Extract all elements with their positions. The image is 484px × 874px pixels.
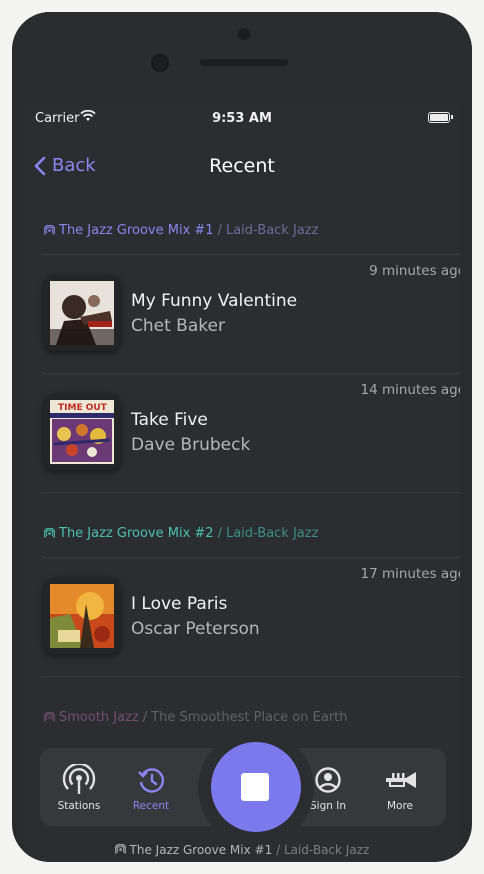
- earpiece-speaker: [200, 59, 288, 66]
- broadcast-icon: [62, 764, 96, 794]
- album-title-text: TIME OUT: [58, 403, 108, 413]
- artist-name: Chet Baker: [131, 316, 225, 336]
- broadcast-icon: [44, 528, 55, 538]
- phone-frame: Carrier 9:53 AM Back Recent The Jazz Gro…: [12, 12, 472, 862]
- played-time: 14 minutes ago: [360, 382, 460, 398]
- track-row-3[interactable]: 17 minutes ago I Love Paris Oscar Peters…: [24, 558, 460, 676]
- divider: [42, 492, 460, 493]
- history-icon: [138, 768, 165, 793]
- station-name: Smooth Jazz: [59, 710, 139, 725]
- battery-nub: [451, 115, 453, 119]
- station-name: The Jazz Groove Mix #2: [59, 526, 214, 541]
- status-time: 9:53 AM: [212, 111, 272, 126]
- station-genre: The Smoothest Place on Earth: [151, 710, 348, 725]
- broadcast-icon: [114, 843, 127, 854]
- station-genre: Laid-Back Jazz: [225, 223, 319, 238]
- station-header-2[interactable]: The Jazz Groove Mix #2 / Laid-Back Jazz: [44, 526, 318, 541]
- tab-stations[interactable]: Stations: [49, 748, 109, 826]
- now-playing-station: The Jazz Groove Mix #1: [129, 843, 273, 857]
- station-header-1[interactable]: The Jazz Groove Mix #1 / Laid-Back Jazz: [44, 223, 318, 238]
- app-screen: Carrier 9:53 AM Back Recent The Jazz Gro…: [24, 104, 460, 862]
- stop-icon: [241, 773, 269, 801]
- station-genre: Laid-Back Jazz: [225, 526, 319, 541]
- battery-icon: [428, 112, 450, 123]
- tab-label: Stations: [57, 800, 101, 812]
- i-love-paris-album-art: [50, 584, 114, 648]
- album-art: [44, 275, 120, 351]
- artist-name: Dave Brubeck: [131, 435, 251, 455]
- song-title: My Funny Valentine: [131, 291, 298, 311]
- album-art: TIME OUT: [44, 394, 120, 470]
- song-title: I Love Paris: [131, 594, 228, 614]
- proximity-sensor: [238, 28, 250, 40]
- song-title: Take Five: [131, 410, 208, 430]
- broadcast-icon: [44, 225, 55, 235]
- separator: /: [217, 223, 222, 238]
- broadcast-icon: [44, 712, 55, 722]
- trumpet-icon: [386, 772, 416, 788]
- tab-recent[interactable]: Recent: [121, 748, 181, 826]
- stop-button[interactable]: [211, 742, 301, 832]
- track-row-2[interactable]: TIME OUT 14 minutes ago Take Five Dave B…: [24, 374, 460, 492]
- separator: /: [217, 526, 222, 541]
- separator: /: [142, 710, 148, 725]
- chet-baker-album-art: [50, 281, 114, 345]
- now-playing-bar[interactable]: The Jazz Groove Mix #1 / Laid-Back Jazz: [24, 843, 460, 857]
- album-art: [44, 578, 120, 654]
- time-out-album-art: TIME OUT: [50, 400, 114, 464]
- played-time: 17 minutes ago: [360, 566, 460, 582]
- track-row-1[interactable]: 9 minutes ago My Funny Valentine Chet Ba…: [24, 255, 460, 373]
- navigation-bar: Back Recent: [24, 148, 460, 188]
- phone-bezel: [12, 12, 472, 104]
- tab-label: More: [386, 800, 414, 812]
- page-title: Recent: [209, 155, 275, 177]
- tab-label: Recent: [132, 800, 170, 812]
- now-playing-genre: Laid-Back Jazz: [283, 843, 370, 857]
- front-camera: [151, 54, 169, 72]
- status-bar: Carrier 9:53 AM: [24, 104, 460, 132]
- artist-name: Oscar Peterson: [131, 619, 260, 639]
- separator: /: [276, 843, 281, 857]
- played-time: 9 minutes ago: [369, 263, 460, 279]
- station-name: The Jazz Groove Mix #1: [59, 223, 214, 238]
- station-header-3[interactable]: Smooth Jazz / The Smoothest Place on Ear…: [44, 710, 348, 725]
- tab-more[interactable]: More: [370, 748, 430, 826]
- divider: [42, 676, 460, 677]
